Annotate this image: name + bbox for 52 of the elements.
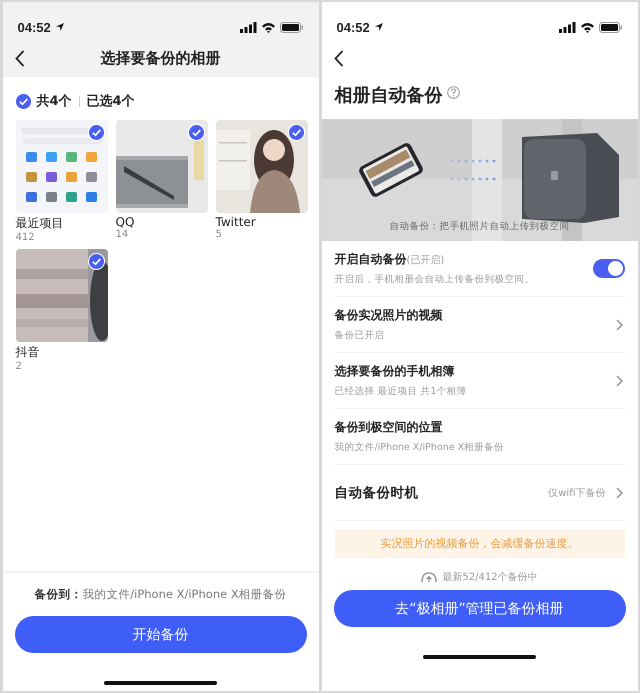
album-count: 2 — [16, 361, 23, 372]
album-name[interactable]: 抖音 — [16, 344, 108, 361]
setting-title: 选择要备份的手机相簿 — [334, 363, 456, 380]
album-count: 412 — [16, 232, 36, 243]
battery-icon — [598, 22, 622, 32]
backup-status-text: 最新52/412个备份中 — [442, 570, 538, 584]
status-time: 04:52 — [18, 20, 51, 34]
setting-subtitle: 开启后，手机相册会自动上传备份到极空间。 — [334, 273, 536, 286]
total-count: 共4个 — [36, 93, 72, 110]
checked-icon[interactable] — [14, 92, 32, 110]
page-title: 相册自动备份 — [334, 84, 442, 107]
chevron-right-icon[interactable] — [616, 374, 622, 386]
page-title: 选择要备份的相册 — [100, 49, 222, 68]
setting-title: 备份实况照片的视频 — [334, 307, 444, 324]
destination-label: 备份到： — [34, 587, 82, 601]
wifi-icon — [580, 22, 594, 32]
chevron-right-icon[interactable] — [616, 486, 622, 498]
checked-icon[interactable] — [88, 253, 104, 270]
selected-count: 已选4个 — [86, 93, 135, 110]
manage-albums-button[interactable]: 去“极相册”管理已备份相册 — [334, 590, 626, 627]
album-name[interactable]: 最近项目 — [16, 215, 108, 232]
setting-subtitle: 备份已开启 — [334, 329, 386, 342]
setting-value: 仅wifi下备份 — [548, 486, 606, 500]
setting-subtitle: 已经选择 最近项目 共1个相簿 — [334, 385, 468, 398]
checked-icon[interactable] — [88, 124, 104, 141]
start-backup-button[interactable]: 开始备份 — [14, 616, 306, 653]
upload-icon — [421, 571, 438, 583]
signal-icon — [558, 22, 576, 32]
banner-caption: 自动备份：把手机照片自动上传到极空间 — [388, 220, 570, 233]
battery-icon — [280, 22, 302, 32]
warning-notice: 实况照片的视频备份，会减缓备份速度。 — [334, 529, 624, 558]
status-time: 04:52 — [336, 20, 370, 34]
location-arrow-icon — [374, 22, 384, 32]
album-name[interactable]: QQ — [116, 215, 208, 229]
setting-title: 备份到极空间的位置 — [334, 419, 444, 436]
location-arrow-icon — [54, 22, 65, 32]
toggle-switch[interactable] — [592, 259, 624, 278]
chevron-right-icon[interactable] — [616, 318, 622, 330]
setting-title: 自动备份时机 — [334, 484, 420, 502]
help-icon[interactable] — [446, 86, 460, 98]
back-icon[interactable] — [334, 50, 344, 67]
setting-title: 开启自动备份(已开启) — [334, 251, 446, 268]
signal-icon — [240, 22, 256, 32]
setting-subtitle: 我的文件/iPhone X/iPhone X相册备份 — [334, 441, 506, 454]
album-count: 5 — [216, 229, 223, 240]
back-icon[interactable] — [14, 50, 24, 67]
destination-path: 我的文件/iPhone X/iPhone X相册备份 — [82, 587, 287, 601]
checked-icon[interactable] — [188, 124, 204, 141]
album-name[interactable]: Twitter — [216, 215, 308, 229]
checked-icon[interactable] — [288, 124, 304, 141]
album-count: 14 — [116, 229, 130, 240]
wifi-icon — [260, 22, 276, 32]
